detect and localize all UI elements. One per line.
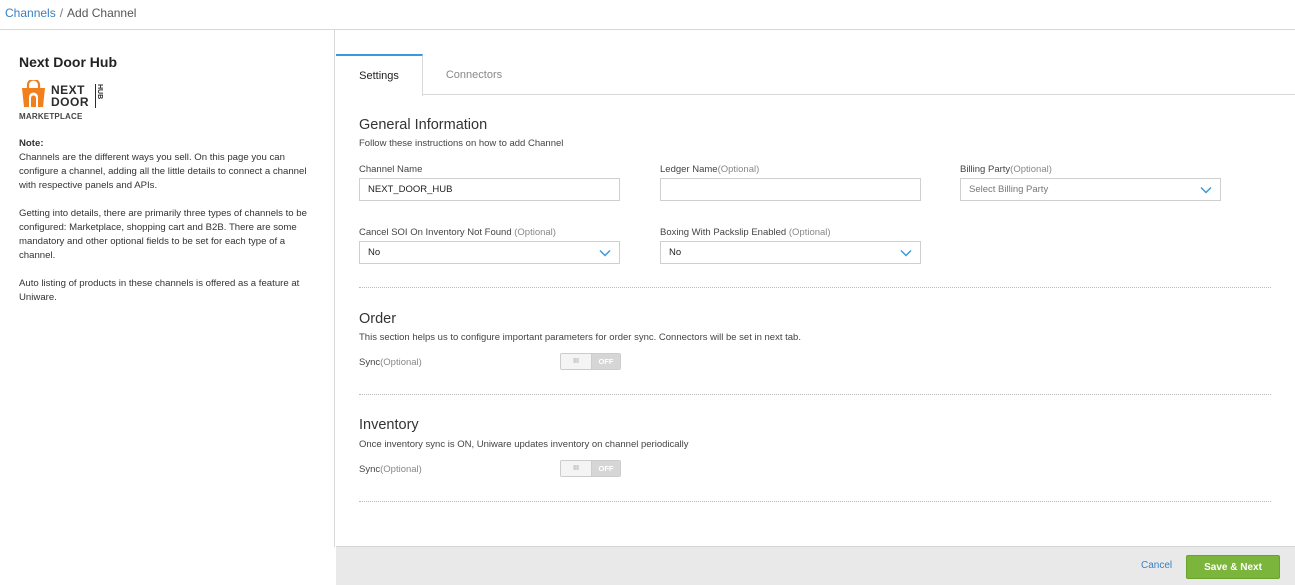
toggle-state: OFF <box>592 461 620 476</box>
channel-form-panel: Settings Connectors General Information … <box>336 30 1295 547</box>
note-paragraph: Channels are the different ways you sell… <box>19 152 307 191</box>
order-title: Order <box>359 311 397 327</box>
inventory-sync-toggle[interactable]: III OFF <box>560 460 621 477</box>
tab-connectors[interactable]: Connectors <box>424 54 524 95</box>
chevron-down-icon <box>599 249 611 257</box>
inventory-sync-label: Sync(Optional) <box>359 464 422 475</box>
order-subtitle: This section helps us to configure impor… <box>359 332 801 343</box>
channel-title: Next Door Hub <box>19 54 117 70</box>
logo-subtitle: MARKETPLACE <box>19 112 83 121</box>
channel-logo: NEXT DOOR HUB MARKETPLACE <box>19 78 109 122</box>
note-title: Note: <box>19 138 44 149</box>
shopping-bag-icon <box>22 80 45 107</box>
general-information-title: General Information <box>359 117 488 133</box>
logo-wordmark: NEXT DOOR <box>51 83 89 109</box>
chevron-down-icon <box>1200 186 1212 194</box>
channel-info-panel: Next Door Hub NEXT DOOR HUB MARKETPLACE … <box>0 30 335 547</box>
breadcrumb: Channels / Add Channel <box>5 6 136 20</box>
cancel-button[interactable]: Cancel <box>1141 560 1172 571</box>
tab-bar: Settings Connectors <box>336 54 1295 96</box>
section-divider <box>359 287 1271 288</box>
ledger-name-label: Ledger Name(Optional) <box>660 164 760 175</box>
ledger-name-input[interactable] <box>660 178 921 201</box>
boxing-packslip-value: No <box>669 247 682 258</box>
channel-name-input[interactable]: NEXT_DOOR_HUB <box>359 178 620 201</box>
form-footer: Cancel Save & Next <box>336 546 1295 585</box>
inventory-title: Inventory <box>359 417 419 433</box>
chevron-down-icon <box>900 249 912 257</box>
channel-note: Note: Channels are the different ways yo… <box>19 137 309 319</box>
order-sync-label: Sync(Optional) <box>359 357 422 368</box>
section-divider <box>359 394 1271 395</box>
cancel-soi-select[interactable]: No <box>359 241 620 264</box>
toggle-knob: III <box>561 461 592 476</box>
billing-party-select[interactable]: Select Billing Party <box>960 178 1221 201</box>
breadcrumb-current: Add Channel <box>67 6 137 20</box>
save-and-next-button[interactable]: Save & Next <box>1186 555 1280 579</box>
tab-settings[interactable]: Settings <box>336 54 423 96</box>
channel-name-label: Channel Name <box>359 164 423 175</box>
general-information-subtitle: Follow these instructions on how to add … <box>359 138 564 149</box>
logo-hub-text: HUB <box>95 84 103 108</box>
note-paragraph: Auto listing of products in these channe… <box>19 278 300 303</box>
cancel-soi-label: Cancel SOI On Inventory Not Found (Optio… <box>359 227 556 238</box>
order-sync-toggle[interactable]: III OFF <box>560 353 621 370</box>
billing-party-placeholder: Select Billing Party <box>969 184 1049 195</box>
section-divider <box>359 501 1271 502</box>
boxing-packslip-select[interactable]: No <box>660 241 921 264</box>
billing-party-label: Billing Party(Optional) <box>960 164 1052 175</box>
breadcrumb-separator: / <box>59 6 64 20</box>
inventory-subtitle: Once inventory sync is ON, Uniware updat… <box>359 439 689 450</box>
breadcrumb-channels-link[interactable]: Channels <box>5 6 56 20</box>
cancel-soi-value: No <box>368 247 381 258</box>
toggle-knob: III <box>561 354 592 369</box>
toggle-state: OFF <box>592 354 620 369</box>
note-paragraph: Getting into details, there are primaril… <box>19 208 307 261</box>
boxing-packslip-label: Boxing With Packslip Enabled (Optional) <box>660 227 831 238</box>
